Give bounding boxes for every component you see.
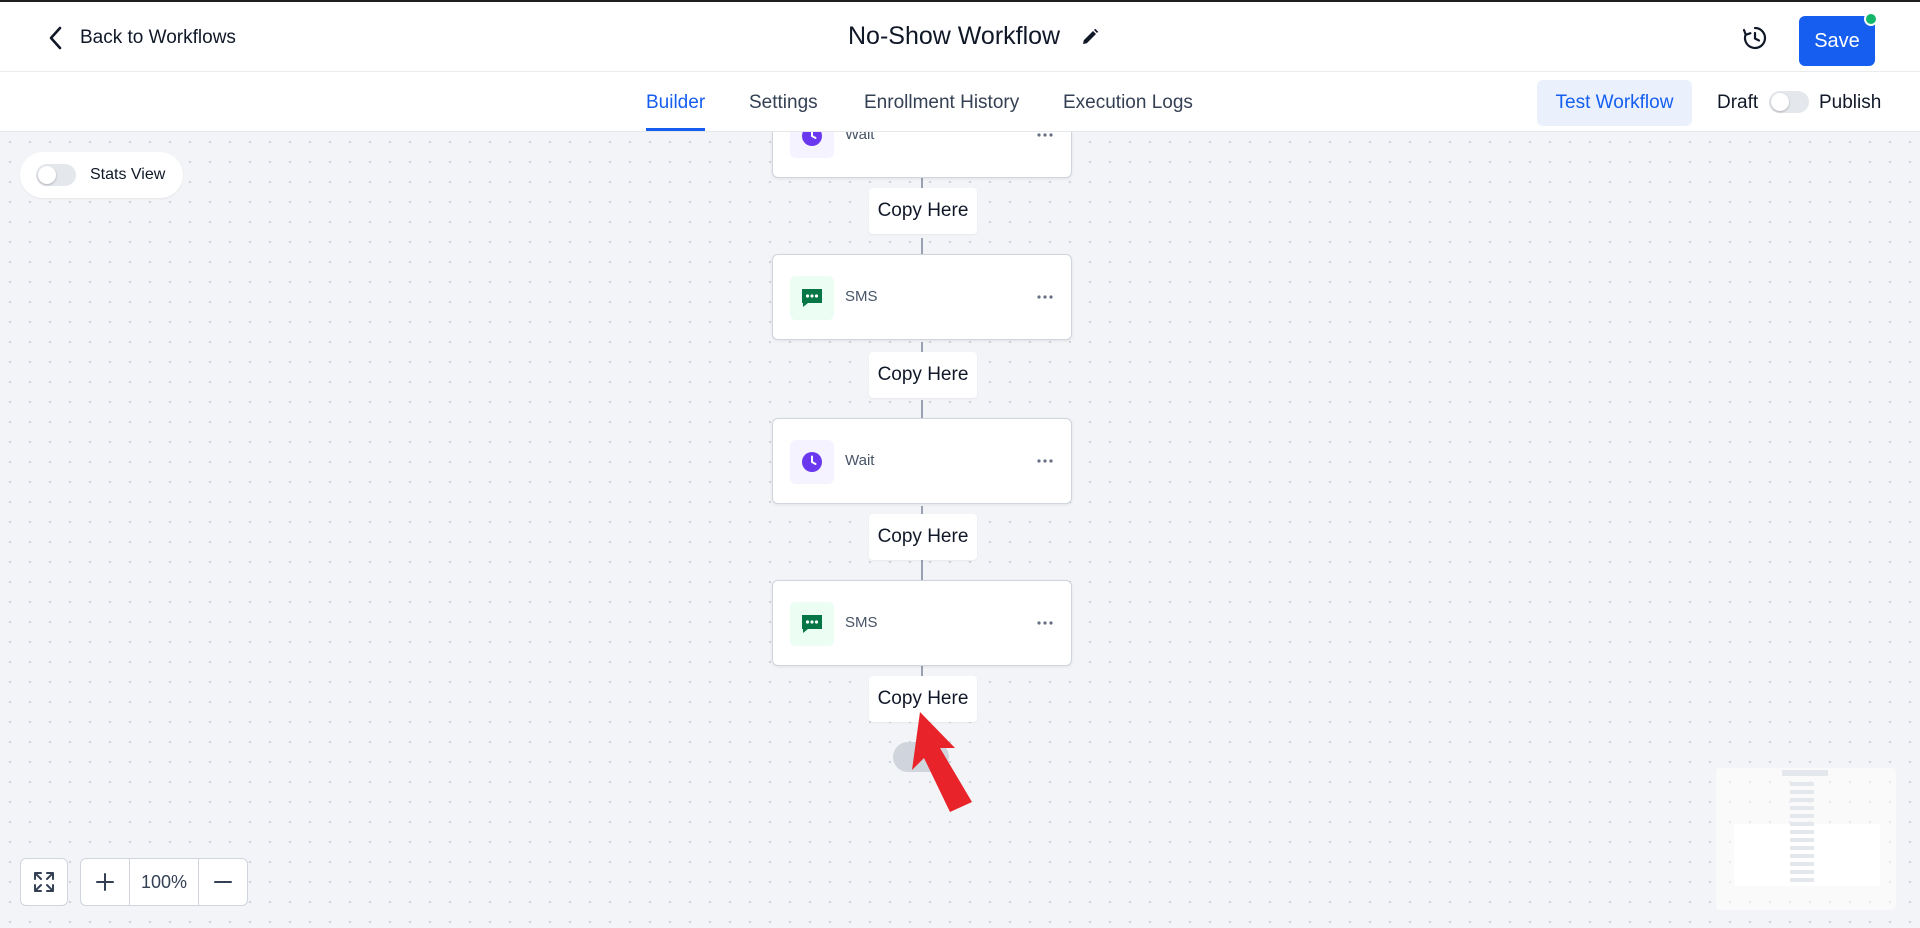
minimap-node (1790, 790, 1814, 794)
more-options-icon[interactable] (1035, 289, 1055, 305)
more-options-icon[interactable] (1035, 615, 1055, 631)
workflow-title: No-Show Workflow (848, 22, 1061, 50)
save-button[interactable]: Save (1799, 16, 1875, 66)
back-to-workflows-link[interactable]: Back to Workflows (46, 24, 236, 52)
tab-builder[interactable]: Builder (646, 92, 705, 114)
plus-icon (96, 873, 114, 891)
stats-view-label: Stats View (90, 166, 166, 183)
workflow-node-sms[interactable]: SMS (772, 254, 1072, 340)
tab-bar: Builder Settings Enrollment History Exec… (0, 72, 1920, 132)
chevron-left-icon (49, 26, 62, 50)
minimap-node (1790, 798, 1814, 802)
minimap-node (1790, 878, 1814, 882)
more-options-icon[interactable] (1035, 132, 1055, 143)
workflow-node-sms[interactable]: SMS (772, 580, 1072, 666)
minimap-node (1790, 862, 1814, 866)
minimap[interactable] (1716, 768, 1896, 910)
tab-execution-logs[interactable]: Execution Logs (1063, 92, 1193, 114)
node-label: SMS (845, 288, 878, 305)
minimap-node (1790, 814, 1814, 818)
minimap-node (1790, 830, 1814, 834)
tab-settings[interactable]: Settings (749, 92, 818, 114)
minus-icon (214, 881, 232, 883)
node-label: SMS (845, 614, 878, 631)
chat-icon (790, 276, 834, 320)
fit-to-screen-button[interactable] (20, 858, 68, 906)
stats-view-toggle[interactable] (36, 164, 76, 186)
clock-icon (790, 440, 834, 484)
draft-label: Draft (1717, 92, 1759, 113)
zoom-in-button[interactable] (81, 859, 129, 905)
expand-icon (34, 872, 54, 892)
publish-toggle[interactable] (1769, 91, 1809, 113)
red-arrow-pointer-icon (912, 712, 972, 812)
zoom-level: 100% (129, 859, 199, 905)
minimap-node (1790, 838, 1814, 842)
copy-here-button[interactable]: Copy Here (869, 188, 977, 234)
active-tab-indicator (646, 128, 705, 131)
minimap-node (1782, 770, 1828, 776)
top-header: Back to Workflows No-Show Workflow Save (0, 0, 1920, 72)
minimap-node (1790, 854, 1814, 858)
copy-here-button[interactable]: Copy Here (869, 514, 977, 560)
minimap-node (1790, 846, 1814, 850)
tab-enrollment-history[interactable]: Enrollment History (864, 92, 1019, 114)
node-label: Wait (845, 452, 875, 469)
chat-icon (790, 602, 834, 646)
workflow-node-wait[interactable]: Wait (772, 418, 1072, 504)
minimap-node (1790, 806, 1814, 810)
minimap-node (1790, 782, 1814, 786)
more-options-icon[interactable] (1035, 453, 1055, 469)
workflow-canvas[interactable]: Stats View Wait Copy Here SMS Copy Here … (0, 132, 1920, 928)
zoom-controls: 100% (80, 858, 248, 906)
minimap-node (1790, 822, 1814, 826)
back-label: Back to Workflows (80, 27, 236, 48)
stats-view-control: Stats View (20, 152, 184, 198)
clock-icon (790, 132, 834, 158)
zoom-out-button[interactable] (199, 859, 247, 905)
test-workflow-button[interactable]: Test Workflow (1537, 80, 1692, 126)
pencil-icon[interactable] (1080, 27, 1100, 47)
workflow-node-wait[interactable]: Wait (772, 132, 1072, 178)
node-label: Wait (845, 132, 875, 143)
workflow-title-group: No-Show Workflow (848, 22, 1100, 51)
minimap-node (1790, 870, 1814, 874)
history-icon[interactable] (1741, 24, 1769, 52)
publish-label: Publish (1819, 92, 1882, 113)
connector-line (921, 560, 923, 580)
copy-here-button[interactable]: Copy Here (869, 352, 977, 398)
status-dot (1864, 12, 1878, 26)
